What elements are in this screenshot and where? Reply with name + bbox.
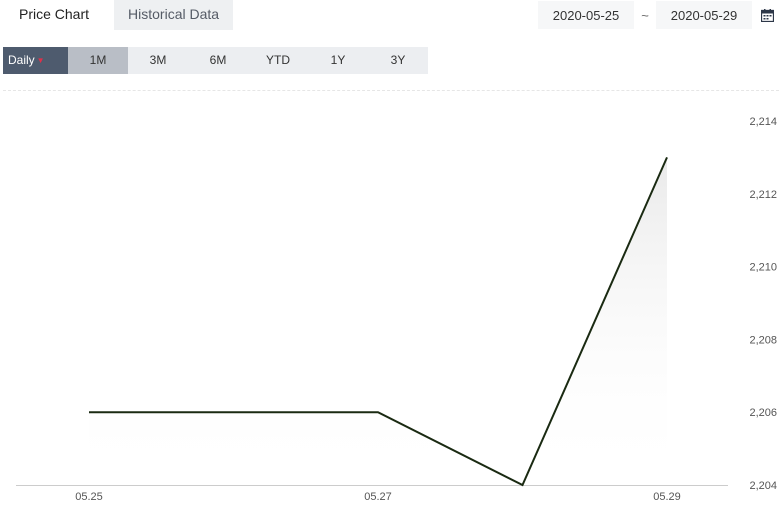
- data-point: [377, 411, 379, 413]
- data-point: [88, 411, 90, 413]
- y-tick-label: 2,204: [749, 480, 777, 492]
- y-tick-label: 2,208: [749, 334, 777, 346]
- chart-area: [89, 157, 667, 485]
- price-chart: 2,204 2,206 2,208 2,210 2,212 2,214 05.25 05.27…: [16, 116, 777, 503]
- data-point: [233, 411, 235, 413]
- y-tick-label: 2,206: [749, 407, 777, 419]
- data-point: [666, 156, 668, 158]
- x-tick-label: 05.25: [75, 491, 103, 503]
- y-tick-label: 2,210: [749, 262, 777, 274]
- y-tick-label: 2,212: [749, 189, 777, 201]
- x-tick-label: 05.27: [364, 491, 392, 503]
- area-fill: [89, 157, 667, 485]
- data-point: [522, 484, 524, 486]
- y-tick-label: 2,214: [749, 116, 777, 128]
- x-tick-label: 05.29: [653, 491, 681, 503]
